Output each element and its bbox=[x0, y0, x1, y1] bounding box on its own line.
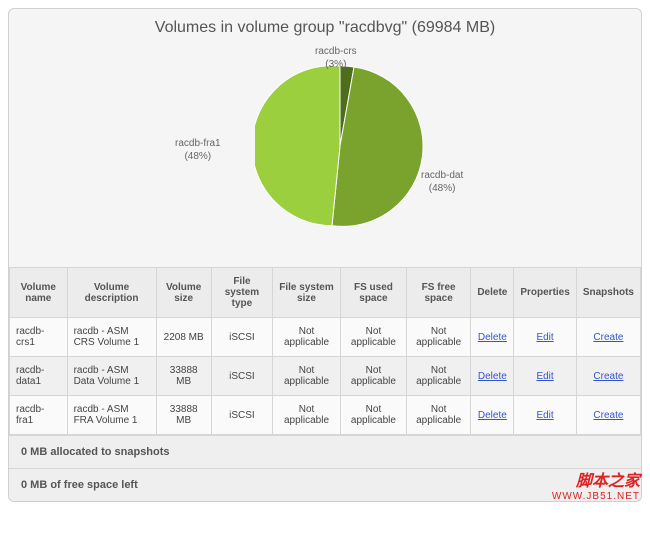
cell-fstype: iSCSI bbox=[211, 318, 272, 357]
col-name: Volume name bbox=[10, 268, 68, 318]
cell-name: racdb-data1 bbox=[10, 357, 68, 396]
table-row: racdb-crs1racdb - ASM CRS Volume 12208 M… bbox=[10, 318, 641, 357]
volumes-table: Volume name Volume description Volume si… bbox=[9, 267, 641, 435]
table-row: racdb-data1racdb - ASM Data Volume 13388… bbox=[10, 357, 641, 396]
col-fssize: File system size bbox=[273, 268, 341, 318]
pie-label-dat: racdb-dat(48%) bbox=[421, 169, 463, 195]
cell-snaps: Create bbox=[576, 357, 640, 396]
delete-link[interactable]: Delete bbox=[478, 371, 507, 382]
create-snapshot-link[interactable]: Create bbox=[593, 332, 623, 343]
cell-size: 33888 MB bbox=[156, 357, 211, 396]
cell-props: Edit bbox=[514, 357, 576, 396]
cell-used: Not applicable bbox=[340, 357, 406, 396]
cell-props: Edit bbox=[514, 396, 576, 435]
col-snaps: Snapshots bbox=[576, 268, 640, 318]
cell-name: racdb-crs1 bbox=[10, 318, 68, 357]
table-row: racdb-fra1racdb - ASM FRA Volume 133888 … bbox=[10, 396, 641, 435]
cell-delete: Delete bbox=[471, 396, 514, 435]
col-used: FS used space bbox=[340, 268, 406, 318]
cell-delete: Delete bbox=[471, 318, 514, 357]
col-free: FS free space bbox=[406, 268, 470, 318]
watermark: 脚本之家 WWW.JB51.NET bbox=[552, 467, 640, 502]
cell-free: Not applicable bbox=[406, 357, 470, 396]
table-header-row: Volume name Volume description Volume si… bbox=[10, 268, 641, 318]
pie-label-crs: racdb-crs(3%) bbox=[315, 45, 357, 71]
delete-link[interactable]: Delete bbox=[478, 332, 507, 343]
watermark-line1: 脚本之家 bbox=[552, 467, 640, 491]
create-snapshot-link[interactable]: Create bbox=[593, 371, 623, 382]
cell-used: Not applicable bbox=[340, 318, 406, 357]
cell-snaps: Create bbox=[576, 396, 640, 435]
cell-desc: racdb - ASM FRA Volume 1 bbox=[67, 396, 156, 435]
pie-svg bbox=[255, 61, 425, 231]
cell-props: Edit bbox=[514, 318, 576, 357]
pie-label-fra: racdb-fra1(48%) bbox=[175, 137, 221, 163]
cell-fssize: Not applicable bbox=[273, 318, 341, 357]
col-desc: Volume description bbox=[67, 268, 156, 318]
watermark-line2: WWW.JB51.NET bbox=[552, 491, 640, 502]
col-fstype: File system type bbox=[211, 268, 272, 318]
footer-freespace: 0 MB of free space left bbox=[9, 468, 641, 501]
cell-fssize: Not applicable bbox=[273, 396, 341, 435]
cell-delete: Delete bbox=[471, 357, 514, 396]
cell-fstype: iSCSI bbox=[211, 396, 272, 435]
cell-used: Not applicable bbox=[340, 396, 406, 435]
edit-link[interactable]: Edit bbox=[536, 371, 553, 382]
cell-snaps: Create bbox=[576, 318, 640, 357]
cell-free: Not applicable bbox=[406, 396, 470, 435]
pie-chart: racdb-crs(3%) racdb-dat(48%) racdb-fra1(… bbox=[9, 43, 641, 267]
cell-fssize: Not applicable bbox=[273, 357, 341, 396]
create-snapshot-link[interactable]: Create bbox=[593, 410, 623, 421]
cell-free: Not applicable bbox=[406, 318, 470, 357]
col-props: Properties bbox=[514, 268, 576, 318]
cell-size: 2208 MB bbox=[156, 318, 211, 357]
cell-name: racdb-fra1 bbox=[10, 396, 68, 435]
col-size: Volume size bbox=[156, 268, 211, 318]
edit-link[interactable]: Edit bbox=[536, 410, 553, 421]
cell-fstype: iSCSI bbox=[211, 357, 272, 396]
edit-link[interactable]: Edit bbox=[536, 332, 553, 343]
cell-desc: racdb - ASM Data Volume 1 bbox=[67, 357, 156, 396]
footer-snapshots: 0 MB allocated to snapshots bbox=[9, 435, 641, 468]
delete-link[interactable]: Delete bbox=[478, 410, 507, 421]
cell-size: 33888 MB bbox=[156, 396, 211, 435]
col-delete: Delete bbox=[471, 268, 514, 318]
cell-desc: racdb - ASM CRS Volume 1 bbox=[67, 318, 156, 357]
page-title: Volumes in volume group "racdbvg" (69984… bbox=[9, 9, 641, 43]
